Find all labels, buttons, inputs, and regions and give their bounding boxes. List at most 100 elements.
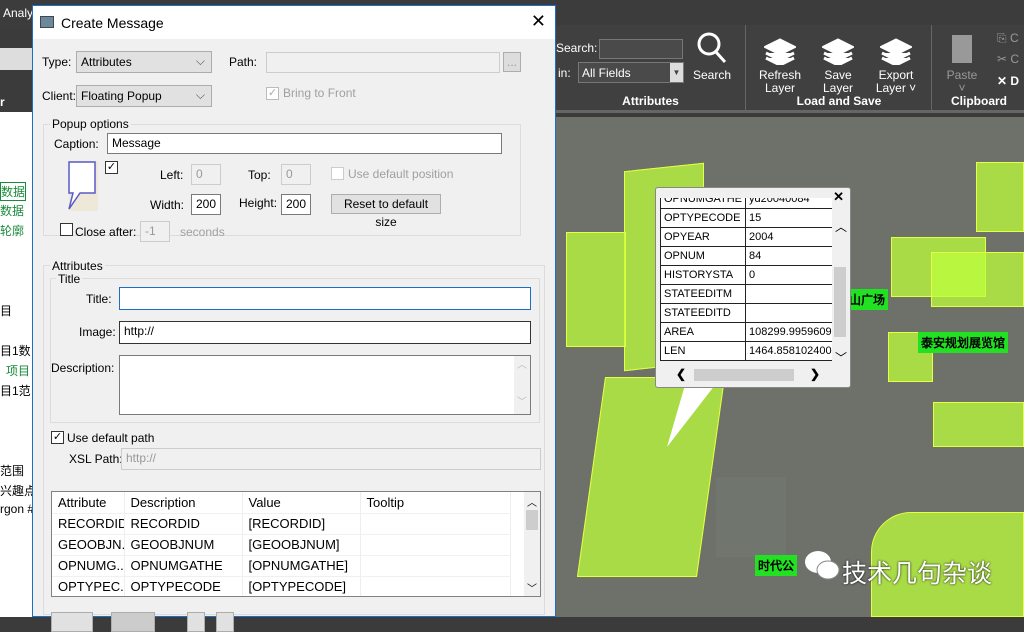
popup-field: STATEEDITM	[660, 284, 747, 304]
table-cell[interactable]: [GEOOBJNUM]	[242, 534, 361, 556]
use-default-position-checkbox[interactable]	[331, 167, 344, 180]
scroll-right-icon[interactable]: ❯	[810, 367, 820, 381]
table-row[interactable]: OPTYPEC... OPTYPECODE [OPTYPECODE]	[52, 576, 511, 596]
scroll-up-icon[interactable]: ︿	[527, 494, 537, 509]
table-row[interactable]: GEOOBJN...GEOOBJNUM[GEOOBJNUM]	[52, 534, 511, 556]
height-input[interactable]: 200	[281, 194, 311, 215]
table-cell[interactable]	[360, 555, 511, 577]
close-icon[interactable]: ✕	[531, 11, 546, 32]
left-dropdown[interactable]	[0, 48, 32, 70]
table-cell[interactable]: RECORDID	[52, 513, 125, 535]
tree-item[interactable]: 轮廓	[0, 222, 24, 239]
tree-item[interactable]: 兴趣点	[0, 482, 36, 499]
map-polygon[interactable]	[931, 252, 1024, 307]
scroll-thumb[interactable]	[526, 510, 538, 530]
popup-row: LEN1464.85810240000	[660, 341, 832, 361]
scroll-thumb[interactable]	[834, 267, 846, 337]
menu-tab-analysis[interactable]: Analy	[3, 6, 33, 20]
grid-scrollbar[interactable]: ︿ ﹀	[524, 492, 540, 596]
search-field-select[interactable]: All Fields ▼	[578, 62, 684, 83]
title-input[interactable]	[119, 287, 531, 310]
width-input[interactable]: 200	[191, 194, 221, 215]
close-after-checkbox[interactable]	[60, 223, 73, 236]
column-header[interactable]: Tooltip	[360, 492, 511, 514]
left-input[interactable]: 0	[191, 164, 221, 185]
tree-item[interactable]: 数据	[0, 202, 24, 219]
search-in-label: in:	[558, 66, 571, 80]
delete-button[interactable]: ✕ D	[997, 74, 1019, 88]
search-input[interactable]	[599, 39, 683, 59]
move-down-button[interactable]	[216, 612, 234, 632]
type-select[interactable]: Attributes ⌵	[76, 51, 212, 73]
refresh-layer-button[interactable]: Refresh Layer	[751, 31, 809, 95]
table-cell[interactable]: [OPNUMGATHE]	[242, 555, 361, 577]
table-row[interactable]: RECORDID RECORDID [RECORDID]	[52, 513, 511, 535]
table-cell[interactable]: GEOOBJNUM	[124, 534, 243, 556]
group-label-clipboard: Clipboard	[951, 94, 1007, 108]
dropdown-arrow-icon: ▼	[670, 63, 683, 82]
tree-item[interactable]: 目1范	[0, 382, 31, 399]
scroll-down-icon[interactable]: ﹀	[527, 580, 537, 595]
table-cell[interactable]	[360, 513, 511, 535]
popup-value: 2004	[745, 227, 832, 247]
scroll-thumb[interactable]	[694, 369, 794, 381]
table-cell[interactable]: GEOOBJN...	[52, 534, 125, 556]
column-header[interactable]: Value	[242, 492, 361, 514]
attribute-grid[interactable]: Attribute Description Value Tooltip RECORDI…	[51, 491, 541, 597]
add-button[interactable]	[51, 612, 93, 632]
path-input[interactable]	[266, 52, 500, 73]
client-select[interactable]: Floating Popup ⌵	[76, 85, 212, 107]
table-cell[interactable]: OPNUMGATHE	[124, 555, 243, 577]
tree-item[interactable]: rgon #	[0, 502, 34, 516]
column-header[interactable]: Attribute	[52, 492, 125, 514]
tree-item[interactable]: 目	[0, 302, 12, 319]
popup-close-icon[interactable]: ✕	[833, 189, 844, 205]
map-polygon[interactable]	[976, 162, 1024, 232]
table-cell[interactable]	[360, 576, 511, 596]
tree-item[interactable]: 目1数	[0, 342, 31, 359]
move-up-button[interactable]	[187, 612, 205, 632]
table-cell[interactable]: OPNUMG...	[52, 555, 125, 577]
cut-button[interactable]: ✂ C	[997, 52, 1019, 66]
description-textarea[interactable]: ︿ ﹀	[119, 355, 531, 415]
paste-button[interactable]: Paste ˅	[937, 31, 987, 95]
caption-input[interactable]: Message	[107, 133, 502, 154]
popup-row: OPTYPECODE 15	[660, 208, 832, 228]
scroll-up-icon[interactable]: ︿	[835, 218, 847, 235]
use-default-path-checkbox[interactable]: ✓	[51, 431, 64, 444]
tree-item[interactable]: 项目	[6, 362, 30, 379]
export-layer-button[interactable]: Export Layer ˅	[867, 31, 925, 95]
table-cell[interactable]: OPTYPECODE	[124, 576, 243, 596]
browse-button[interactable]: ...	[503, 52, 521, 72]
reset-size-button[interactable]: Reset to default size	[331, 194, 441, 229]
close-after-input[interactable]: -1	[140, 221, 170, 242]
popup-value: 84	[745, 246, 832, 266]
top-input[interactable]: 0	[281, 164, 311, 185]
show-preview-checkbox[interactable]: ✓	[105, 161, 118, 174]
popup-horizontal-scrollbar[interactable]: ❮ ❯	[660, 367, 832, 383]
wechat-logo-icon	[805, 551, 840, 580]
popup-vertical-scrollbar[interactable]: ︿ ﹀	[832, 204, 848, 368]
table-cell[interactable]: RECORDID	[124, 513, 243, 535]
search-button[interactable]: Search	[684, 31, 740, 82]
image-input[interactable]: http://	[119, 321, 531, 344]
title-label: Title:	[86, 292, 112, 306]
map-polygon[interactable]	[566, 232, 626, 347]
table-cell[interactable]: OPTYPEC...	[52, 576, 125, 596]
tree-item[interactable]: 范围	[0, 462, 24, 479]
table-cell[interactable]: [RECORDID]	[242, 513, 361, 535]
bring-to-front-checkbox[interactable]: ✓	[266, 87, 279, 100]
table-cell[interactable]	[360, 534, 511, 556]
table-cell[interactable]: [OPTYPECODE]	[242, 576, 361, 596]
copy-button[interactable]: ⎘ C	[997, 31, 1019, 46]
table-row[interactable]: OPNUMG... OPNUMGATHE [OPNUMGATHE]	[52, 555, 511, 577]
description-scrollbar[interactable]: ︿ ﹀	[514, 356, 530, 414]
tree-item[interactable]: 数据	[0, 182, 27, 201]
map-polygon[interactable]	[933, 402, 1024, 447]
remove-button[interactable]	[111, 612, 155, 632]
column-header[interactable]: Description	[124, 492, 243, 514]
save-layer-button[interactable]: Save Layer	[809, 31, 867, 95]
scroll-left-icon[interactable]: ❮	[676, 367, 686, 381]
scroll-down-icon[interactable]: ﹀	[835, 349, 847, 366]
xsl-path-input[interactable]: http://	[121, 448, 541, 470]
